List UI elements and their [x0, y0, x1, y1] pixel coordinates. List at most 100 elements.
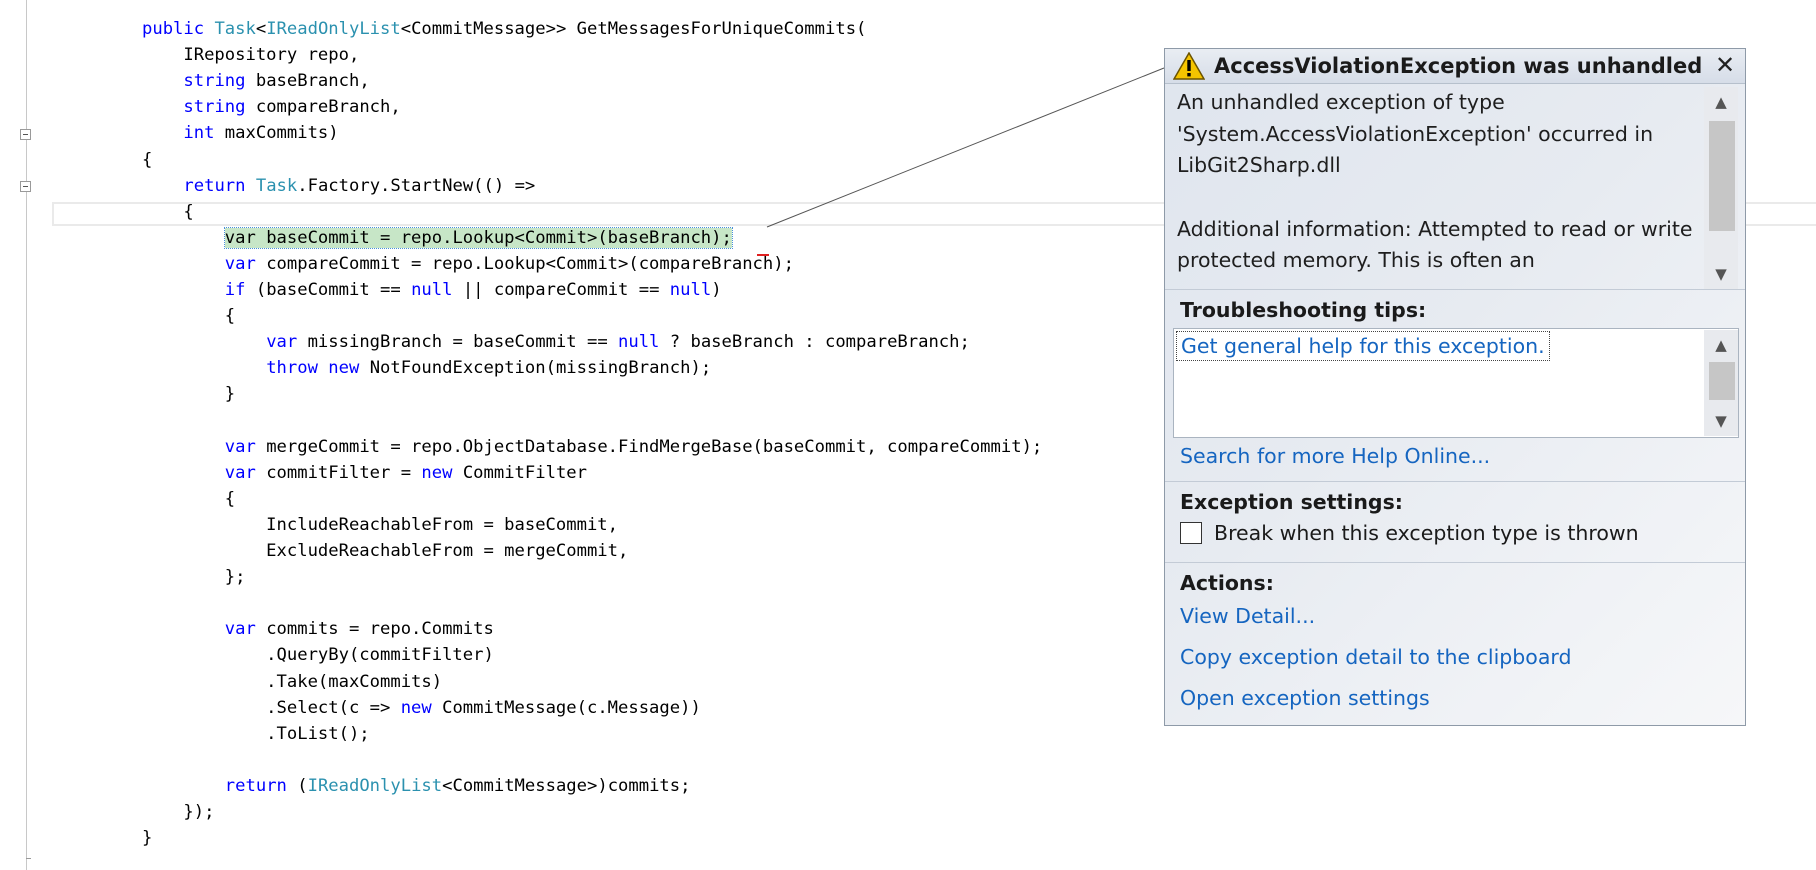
- code-token: (: [286, 775, 308, 796]
- code-token: Task: [214, 19, 256, 39]
- code-line: {: [142, 486, 235, 512]
- message-line-1: An unhandled exception of type 'System.A…: [1177, 90, 1660, 177]
- code-token: commitFilter =: [255, 462, 422, 483]
- code-line: return (IReadOnlyList<CommitMessage>)com…: [142, 773, 691, 799]
- code-token: null: [618, 332, 660, 353]
- error-squiggle: [757, 250, 769, 256]
- code-line: .Take(maxCommits): [142, 669, 442, 695]
- fold-end-tick: [26, 858, 31, 859]
- message-scrollbar[interactable]: ▲ ▼: [1704, 87, 1738, 289]
- popup-header: AccessViolationException was unhandled ✕: [1165, 49, 1745, 84]
- code-line: throw new NotFoundException(missingBranc…: [142, 355, 711, 381]
- code-line: string baseBranch,: [142, 68, 370, 94]
- code-token: }: [142, 384, 236, 405]
- code-token: compareCommit = repo.Lookup<Commit>(comp…: [255, 253, 794, 274]
- code-token: {: [142, 306, 236, 327]
- scroll-up-icon[interactable]: ▲: [1704, 332, 1738, 358]
- code-token: .QueryBy(commitFilter): [142, 645, 494, 666]
- actions-title: Actions:: [1180, 571, 1274, 595]
- tips-scrollbar[interactable]: ▲ ▼: [1704, 330, 1738, 436]
- search-help-online-link[interactable]: Search for more Help Online...: [1180, 443, 1490, 469]
- code-token: .ToList();: [142, 723, 370, 744]
- scroll-thumb[interactable]: [1709, 362, 1735, 400]
- copy-exception-detail-link[interactable]: Copy exception detail to the clipboard: [1180, 644, 1571, 670]
- general-help-link[interactable]: Get general help for this exception.: [1176, 331, 1550, 361]
- collapse-toggle-icon[interactable]: [20, 181, 31, 192]
- close-icon[interactable]: ✕: [1712, 52, 1738, 78]
- troubleshooting-tips-box: Get general help for this exception. ▲ ▼: [1173, 328, 1739, 438]
- code-token: var: [224, 619, 256, 640]
- code-token: NotFoundException(missingBranch);: [359, 358, 712, 379]
- code-line: var commits = repo.Commits: [142, 616, 494, 642]
- code-token: var: [224, 253, 256, 274]
- code-token: CommitMessage(c.Message)): [431, 697, 701, 718]
- code-token: mergeCommit = repo.ObjectDatabase.FindMe…: [255, 436, 1043, 457]
- code-token: var: [224, 462, 256, 483]
- code-token: };: [142, 567, 246, 588]
- code-token: }: [142, 828, 153, 849]
- code-line: });: [142, 799, 214, 825]
- code-token: .Select(c =>: [142, 697, 401, 718]
- code-token: string: [183, 71, 246, 92]
- divider: [1165, 481, 1745, 482]
- code-line: {: [142, 199, 193, 225]
- code-line: IRepository repo,: [142, 42, 359, 68]
- warning-triangle-icon: [1173, 52, 1205, 80]
- code-line: var compareCommit = repo.Lookup<Commit>(…: [142, 251, 794, 277]
- code-token: var: [266, 332, 298, 353]
- open-exception-settings-link[interactable]: Open exception settings: [1180, 685, 1430, 711]
- code-token: return: [183, 175, 246, 196]
- code-token: IRepository repo,: [142, 45, 360, 66]
- code-line: ExcludeReachableFrom = mergeCommit,: [142, 538, 628, 564]
- break-on-exception-checkbox[interactable]: [1180, 522, 1202, 544]
- code-token: throw: [266, 358, 318, 379]
- code-token: baseBranch,: [245, 71, 370, 92]
- code-token: IncludeReachableFrom = baseCommit,: [142, 514, 618, 535]
- collapse-toggle-icon[interactable]: [20, 129, 31, 140]
- view-detail-link[interactable]: View Detail...: [1180, 603, 1315, 629]
- code-line: var missingBranch = baseCommit == null ?…: [142, 329, 970, 355]
- code-token: compareBranch,: [245, 97, 401, 118]
- scroll-thumb[interactable]: [1709, 121, 1735, 231]
- code-token: .Factory.StartNew(() =>: [297, 175, 536, 196]
- code-line: }: [142, 381, 235, 407]
- scroll-down-icon[interactable]: ▼: [1704, 408, 1738, 434]
- exception-settings-title: Exception settings:: [1180, 490, 1403, 514]
- popup-title: AccessViolationException was unhandled: [1214, 54, 1703, 78]
- code-token: missingBranch = baseCommit ==: [297, 332, 619, 353]
- code-token: var: [224, 436, 256, 457]
- scroll-up-icon[interactable]: ▲: [1704, 89, 1738, 115]
- code-token: <CommitMessage>)commits;: [442, 775, 691, 796]
- code-line: public Task<IReadOnlyList<CommitMessage>…: [142, 16, 866, 42]
- code-token: new: [421, 462, 453, 483]
- code-line: return Task.Factory.StartNew(() =>: [142, 173, 535, 199]
- code-token: });: [142, 802, 215, 822]
- code-token: <CommitMessage>> GetMessagesForUniqueCom…: [400, 19, 867, 39]
- code-line: .ToList();: [142, 721, 370, 747]
- message-line-2: Additional information: Attempted to rea…: [1177, 216, 1700, 273]
- code-line: string compareBranch,: [142, 94, 401, 120]
- code-token: null: [411, 280, 453, 300]
- code-token: ? baseBranch : compareBranch;: [659, 332, 970, 353]
- code-line: var mergeCommit = repo.ObjectDatabase.Fi…: [142, 434, 1042, 460]
- break-on-exception-label[interactable]: Break when this exception type is thrown: [1214, 520, 1639, 546]
- code-token: return: [224, 775, 287, 796]
- scroll-down-icon[interactable]: ▼: [1704, 261, 1738, 287]
- code-line: };: [142, 564, 246, 590]
- code-token: || compareCommit ==: [452, 280, 670, 300]
- code-line: }: [142, 825, 152, 851]
- divider: [1165, 289, 1745, 290]
- code-line: {: [142, 147, 152, 173]
- code-token: .Take(maxCommits): [142, 671, 443, 692]
